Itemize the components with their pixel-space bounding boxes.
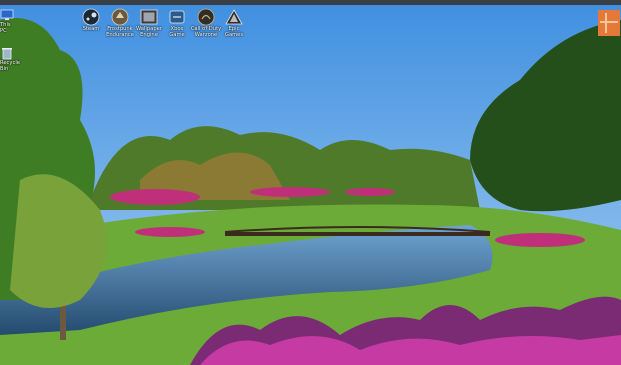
steam-icon — [82, 8, 100, 26]
game-icon — [197, 8, 215, 26]
icon-this-pc[interactable]: This PC — [0, 8, 18, 44]
icon-recycle-bin[interactable]: Recycle Bin — [0, 46, 20, 82]
icon-game-6[interactable]: Epic Games — [216, 8, 252, 44]
game-icon — [169, 10, 185, 24]
game-icon — [111, 8, 129, 26]
icon-label: This PC — [0, 22, 11, 34]
desktop: This PC Recycle Bin Steam Frostpunk Endu… — [0, 0, 621, 365]
icon-label: Recycle Bin — [0, 60, 20, 72]
wallpaper — [0, 0, 621, 365]
recycle-bin-icon — [2, 48, 12, 60]
screen-top-edge — [0, 0, 621, 5]
app-launcher-icon[interactable] — [598, 10, 620, 36]
icon-label: Epic Games — [224, 26, 244, 38]
monitor-icon — [0, 9, 14, 20]
game-icon — [140, 9, 158, 25]
game-icon — [225, 9, 243, 25]
